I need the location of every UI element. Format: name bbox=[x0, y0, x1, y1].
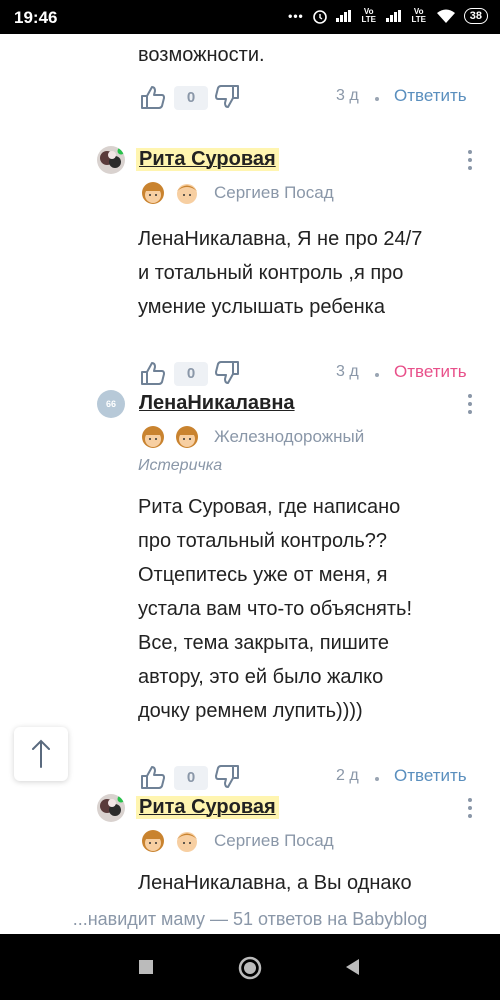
girl-child-icon bbox=[142, 182, 164, 204]
girl-child-icon bbox=[142, 426, 164, 448]
kebab-menu-icon[interactable] bbox=[468, 798, 472, 818]
thread-title: ...навидит маму — 51 ответов на Babyblog bbox=[72, 909, 428, 929]
comment-text: Рита Суровая, где написано про тотальный… bbox=[138, 496, 413, 722]
separator-dot bbox=[375, 777, 379, 781]
avatar-image bbox=[100, 147, 125, 168]
comment-text: ЛенаНикалавна, Я не про 24/7 и тотальный… bbox=[138, 228, 423, 318]
comment-age: 3 д bbox=[336, 87, 359, 104]
author-name[interactable]: Рита Суровая bbox=[136, 148, 279, 171]
separator-dot bbox=[375, 373, 379, 377]
comment-age: 2 д bbox=[336, 767, 359, 784]
separator-dot bbox=[375, 97, 379, 101]
thumb-down-icon[interactable] bbox=[214, 84, 240, 110]
comment-age: 3 д bbox=[336, 363, 359, 380]
arrow-up-icon bbox=[32, 739, 50, 768]
comment-text: ЛенаНикалавна, а Вы однако bbox=[138, 872, 412, 894]
girl-child-icon bbox=[176, 426, 198, 448]
signal-icon-2 bbox=[385, 10, 402, 22]
comment-item: Рита Суровая Сергиев Посад ЛенаНикалавна… bbox=[0, 140, 500, 386]
wifi-icon bbox=[436, 9, 455, 23]
reply-link[interactable]: Ответить bbox=[394, 362, 467, 382]
thumb-down-icon[interactable] bbox=[214, 360, 240, 386]
thumb-up-icon[interactable] bbox=[140, 84, 166, 110]
like-count: 0 bbox=[174, 766, 208, 790]
home-icon[interactable] bbox=[238, 956, 262, 980]
thread-footer[interactable]: ...навидит маму — 51 ответов на Babyblog bbox=[0, 904, 500, 934]
back-icon[interactable] bbox=[344, 958, 360, 976]
boy-child-icon bbox=[177, 184, 197, 204]
like-count: 0 bbox=[174, 86, 208, 110]
reply-link[interactable]: Ответить bbox=[394, 766, 467, 786]
avatar[interactable] bbox=[97, 794, 125, 822]
lte-icon-2: Vo LTE bbox=[411, 7, 426, 24]
system-nav-bar bbox=[0, 934, 500, 1000]
author-name[interactable]: Рита Суровая bbox=[136, 796, 279, 819]
author-city: Железнодорожный bbox=[214, 427, 365, 446]
author-city: Сергиев Посад bbox=[214, 183, 334, 202]
alarm-icon bbox=[312, 10, 327, 24]
avatar[interactable] bbox=[97, 146, 125, 174]
author-name[interactable]: ЛенаНикалавна bbox=[139, 392, 295, 415]
avatar[interactable]: 66 bbox=[97, 390, 125, 418]
comment-item: возможности. 0 3 д Ответить bbox=[0, 34, 500, 124]
comment-text: возможности. bbox=[138, 44, 265, 66]
status-time: 19:46 bbox=[14, 8, 58, 27]
scroll-top-button[interactable] bbox=[14, 727, 68, 781]
kebab-menu-icon[interactable] bbox=[468, 150, 472, 170]
status-icons: ••• Vo LTE Vo LTE 38 bbox=[288, 8, 488, 24]
comment-item: 66 ЛенаНикалавна Железнодорожный Истерич… bbox=[0, 386, 500, 790]
thumb-up-icon[interactable] bbox=[140, 360, 166, 386]
signal-icon bbox=[335, 10, 352, 22]
user-status: Истеричка bbox=[138, 457, 223, 474]
recent-apps-icon[interactable] bbox=[138, 959, 154, 975]
boy-child-icon bbox=[177, 832, 197, 852]
comment-actions: 0 3 д Ответить bbox=[138, 84, 478, 114]
status-bar: 19:46 ••• Vo LTE Vo LTE 38 bbox=[0, 0, 500, 34]
kebab-menu-icon[interactable] bbox=[468, 394, 472, 414]
lte-icon: Vo LTE bbox=[361, 7, 376, 24]
thumb-down-icon[interactable] bbox=[214, 764, 240, 790]
avatar-image bbox=[100, 795, 125, 816]
comments-feed[interactable]: возможности. 0 3 д Ответить Рита Суровая… bbox=[0, 34, 500, 930]
like-count: 0 bbox=[174, 362, 208, 386]
girl-child-icon bbox=[142, 830, 164, 852]
reply-link[interactable]: Ответить bbox=[394, 86, 467, 106]
notification-dots-icon: ••• bbox=[288, 9, 304, 23]
author-city: Сергиев Посад bbox=[214, 831, 334, 850]
thumb-up-icon[interactable] bbox=[140, 764, 166, 790]
battery-icon: 38 bbox=[463, 8, 488, 24]
